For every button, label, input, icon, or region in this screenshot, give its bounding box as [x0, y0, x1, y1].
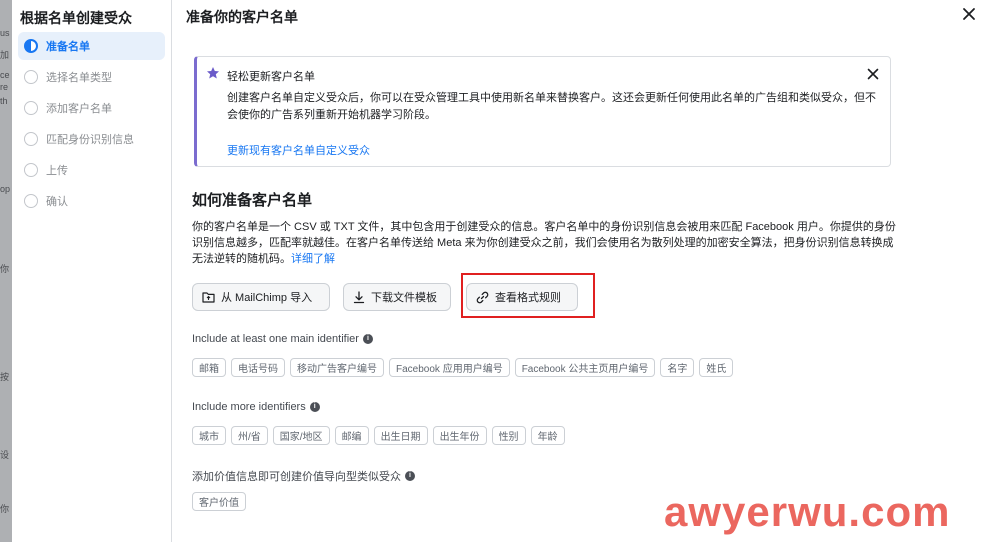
steps-sidebar: 根据名单创建受众 准备名单 选择名单类型 添加客户名单 匹配身份识别信息 上传 … [12, 0, 172, 542]
main-identifier-label: Include at least one main identifier i [192, 333, 373, 345]
view-format-rules-button[interactable]: 查看格式规则 [466, 283, 578, 311]
step-choose-list-type[interactable]: 选择名单类型 [18, 63, 165, 91]
step-map-identifiers[interactable]: 匹配身份识别信息 [18, 125, 165, 153]
group-label-text: Include more identifiers [192, 401, 306, 413]
group-label-text: 添加价值信息即可创建价值导向型类似受众 [192, 471, 401, 483]
identifier-chip: 国家/地区 [272, 426, 330, 445]
step-label: 确认 [46, 196, 68, 208]
update-notice-card: 轻松更新客户名单 创建客户名单自定义受众后，你可以在受众管理工具中使用新名单来替… [194, 56, 891, 167]
star-icon [206, 66, 220, 80]
import-mailchimp-button[interactable]: 从 MailChimp 导入 [192, 283, 330, 311]
background-fragment: 按 [0, 372, 10, 382]
info-icon[interactable]: i [362, 334, 373, 344]
button-label: 从 MailChimp 导入 [221, 292, 313, 304]
background-page-strip: us 加 ce re th op 你 按 设 你 [0, 0, 12, 542]
identifier-chip: 邮编 [334, 426, 369, 445]
identifier-chip: 电话号码 [231, 358, 285, 377]
step-label: 添加客户名单 [46, 103, 112, 115]
folder-icon [202, 292, 215, 303]
background-fragment: ce [0, 70, 10, 80]
identifier-chip: 性别 [491, 426, 526, 445]
group-label-text: Include at least one main identifier [192, 333, 359, 345]
section-title: 如何准备客户名单 [192, 192, 313, 209]
value-info-label: 添加价值信息即可创建价值导向型类似受众 i [192, 468, 415, 484]
identifier-chip: 移动广告客户编号 [290, 358, 384, 377]
sidebar-title: 根据名单创建受众 [20, 10, 132, 26]
identifier-chip: Facebook 公共主页用户编号 [514, 358, 656, 377]
identifier-chip: 出生日期 [373, 426, 428, 445]
step-label: 准备名单 [46, 41, 90, 53]
background-fragment: th [0, 96, 8, 106]
step-circle-icon [24, 101, 38, 115]
dialog-panel: 准备你的客户名单 轻松更新客户名单 创建客户名单自定义受众后，你可以在受众管理工… [172, 0, 1000, 542]
background-fragment: 你 [0, 504, 10, 514]
background-fragment: 你 [0, 264, 10, 274]
info-icon[interactable]: i [309, 402, 320, 412]
step-label: 选择名单类型 [46, 72, 112, 84]
identifier-chip: 邮箱 [192, 358, 226, 377]
learn-more-link[interactable]: 详细了解 [291, 253, 335, 265]
button-label: 下载文件模板 [371, 292, 437, 304]
notice-close-icon[interactable] [866, 67, 880, 81]
background-fragment: re [0, 82, 9, 92]
step-confirm[interactable]: 确认 [18, 187, 165, 215]
step-label: 匹配身份识别信息 [46, 134, 134, 146]
step-circle-icon [24, 70, 38, 84]
more-identifiers-label: Include more identifiers i [192, 401, 320, 413]
step-upload[interactable]: 上传 [18, 156, 165, 184]
step-prepare-list[interactable]: 准备名单 [18, 32, 165, 60]
update-existing-audience-link[interactable]: 更新现有客户名单自定义受众 [227, 142, 370, 158]
step-circle-icon [24, 132, 38, 146]
dialog-title: 准备你的客户名单 [186, 9, 298, 25]
button-label: 查看格式规则 [495, 292, 561, 304]
more-identifier-chips: 城市 州/省 国家/地区 邮编 出生日期 出生年份 性别 年龄 [192, 426, 565, 445]
info-icon[interactable]: i [405, 471, 415, 481]
step-add-customer-list[interactable]: 添加客户名单 [18, 94, 165, 122]
step-progress-icon [24, 39, 38, 53]
site-watermark: awyerwu.com [664, 488, 951, 535]
step-label: 上传 [46, 165, 68, 177]
background-fragment: op [0, 184, 11, 194]
value-chips: 客户价值 [192, 492, 246, 511]
identifier-chip: 姓氏 [699, 358, 734, 377]
identifier-chip: 名字 [660, 358, 695, 377]
close-icon[interactable] [961, 6, 977, 22]
step-circle-icon [24, 163, 38, 177]
identifier-chip: Facebook 应用用户编号 [389, 358, 510, 377]
identifier-chip: 客户价值 [192, 492, 246, 511]
section-description: 你的客户名单是一个 CSV 或 TXT 文件，其中包含用于创建受众的信息。客户名… [192, 219, 897, 267]
main-identifier-chips: 邮箱 电话号码 移动广告客户编号 Facebook 应用用户编号 Faceboo… [192, 358, 734, 377]
notice-title: 轻松更新客户名单 [227, 71, 315, 83]
background-fragment: us [0, 28, 10, 38]
identifier-chip: 城市 [192, 426, 226, 445]
step-circle-icon [24, 194, 38, 208]
identifier-chip: 年龄 [530, 426, 565, 445]
identifier-chip: 州/省 [231, 426, 268, 445]
background-fragment: 设 [0, 450, 10, 460]
download-template-button[interactable]: 下载文件模板 [343, 283, 451, 311]
background-fragment: 加 [0, 50, 10, 60]
notice-body: 创建客户名单自定义受众后，你可以在受众管理工具中使用新名单来替换客户。这还会更新… [227, 92, 876, 121]
identifier-chip: 出生年份 [432, 426, 487, 445]
download-icon [353, 290, 365, 303]
link-icon [476, 291, 489, 303]
